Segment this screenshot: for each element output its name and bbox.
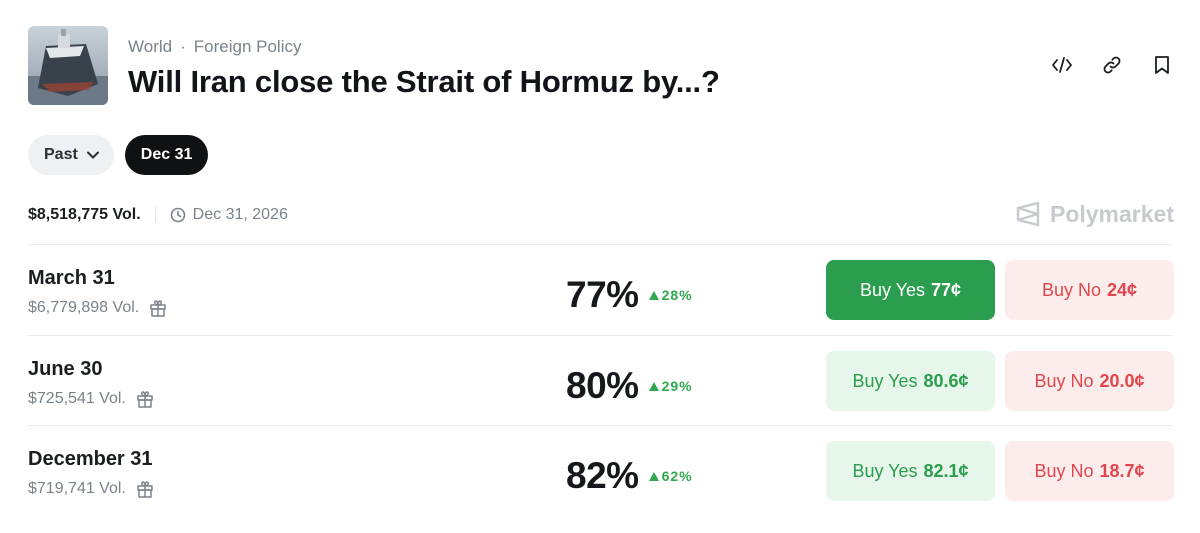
breadcrumb: World · Foreign Policy [128, 37, 301, 57]
divider [28, 335, 1172, 336]
header-actions [1052, 54, 1172, 76]
breadcrumb-separator: · [180, 37, 186, 56]
market-row[interactable]: December 31 $719,741 Vol. 82% 62% Buy Ye… [28, 441, 1174, 533]
market-row[interactable]: June 30 $725,541 Vol. 80% 29% Buy Yes 80… [28, 351, 1174, 446]
breadcrumb-world[interactable]: World [128, 37, 172, 57]
clock-icon [170, 207, 185, 223]
probability: 82% 62% [566, 446, 693, 506]
market-volume-text: $6,779,898 Vol. [28, 299, 140, 316]
divider [28, 244, 1172, 245]
brand-name: Polymarket [1049, 200, 1174, 227]
buy-yes-label: Buy Yes [859, 279, 925, 300]
market-label: December 31 [28, 448, 153, 470]
probability-change: 28% [648, 287, 693, 303]
market-row[interactable]: March 31 $6,779,898 Vol. 77% 28% Buy Yes… [28, 260, 1174, 355]
triangle-up-icon [648, 471, 659, 481]
market-volume: $6,779,898 Vol. [28, 299, 167, 317]
probability-change-text: 62% [661, 468, 693, 484]
market-volume: $725,541 Vol. [28, 390, 154, 408]
page-title: Will Iran close the Strait of Hormuz by.… [128, 64, 720, 99]
triangle-up-icon [648, 290, 659, 300]
meta-divider [154, 207, 156, 223]
probability-change: 62% [648, 468, 693, 484]
gift-icon[interactable] [136, 480, 154, 498]
buy-yes-button[interactable]: Buy Yes 82.1¢ [826, 441, 995, 501]
bookmark-icon[interactable] [1152, 54, 1172, 76]
probability-value: 77% [566, 274, 639, 315]
buy-yes-label: Buy Yes [852, 460, 918, 481]
total-volume: $8,518,775 Vol. [28, 206, 141, 223]
buy-no-button[interactable]: Buy No 20.0¢ [1005, 351, 1174, 411]
probability-value: 82% [566, 455, 639, 496]
end-date: Dec 31, 2026 [170, 206, 288, 224]
buy-yes-price: 80.6¢ [923, 370, 969, 391]
buy-no-label: Buy No [1034, 460, 1094, 481]
polymarket-logo: Polymarket [1015, 200, 1174, 228]
buy-no-price: 24¢ [1106, 279, 1138, 300]
buy-yes-price: 82.1¢ [923, 460, 969, 481]
buy-no-price: 18.7¢ [1099, 460, 1145, 481]
probability-change-text: 29% [661, 378, 693, 394]
polymarket-logo-icon [1016, 201, 1040, 227]
probability-change: 29% [648, 378, 693, 394]
market-thumbnail [28, 26, 108, 105]
past-label: Past [44, 146, 78, 163]
market-header: World · Foreign Policy Will Iran close t… [28, 26, 1172, 106]
buy-yes-button[interactable]: Buy Yes 77¢ [826, 260, 995, 320]
market-label: March 31 [28, 267, 115, 289]
probability: 80% 29% [566, 356, 693, 416]
gift-icon[interactable] [136, 390, 154, 408]
probability-value: 80% [566, 365, 639, 406]
triangle-up-icon [648, 381, 659, 391]
market-meta: $8,518,775 Vol. Dec 31, 2026 [28, 206, 288, 224]
divider [28, 425, 1172, 426]
buy-no-label: Buy No [1041, 279, 1101, 300]
link-icon[interactable] [1102, 54, 1122, 76]
date-filters: Past Dec 31 [28, 135, 209, 175]
probability-change-text: 28% [661, 287, 693, 303]
gift-icon[interactable] [149, 299, 167, 317]
market-volume: $719,741 Vol. [28, 480, 154, 498]
chevron-down-icon [86, 151, 99, 159]
buy-yes-label: Buy Yes [852, 370, 918, 391]
probability: 77% 28% [566, 265, 693, 325]
market-label: June 30 [28, 358, 103, 380]
buy-no-button[interactable]: Buy No 18.7¢ [1005, 441, 1174, 501]
embed-icon[interactable] [1052, 54, 1072, 76]
end-date-text: Dec 31, 2026 [192, 206, 288, 223]
market-volume-text: $725,541 Vol. [28, 390, 126, 407]
date-tab-dec-31[interactable]: Dec 31 [124, 135, 209, 175]
buy-no-label: Buy No [1034, 370, 1094, 391]
breadcrumb-foreign-policy[interactable]: Foreign Policy [194, 37, 302, 57]
past-dropdown[interactable]: Past [28, 135, 114, 175]
buy-no-price: 20.0¢ [1099, 370, 1145, 391]
buy-yes-price: 77¢ [931, 279, 962, 300]
buy-yes-button[interactable]: Buy Yes 80.6¢ [826, 351, 995, 411]
market-volume-text: $719,741 Vol. [28, 480, 126, 497]
buy-no-button[interactable]: Buy No 24¢ [1005, 260, 1174, 320]
